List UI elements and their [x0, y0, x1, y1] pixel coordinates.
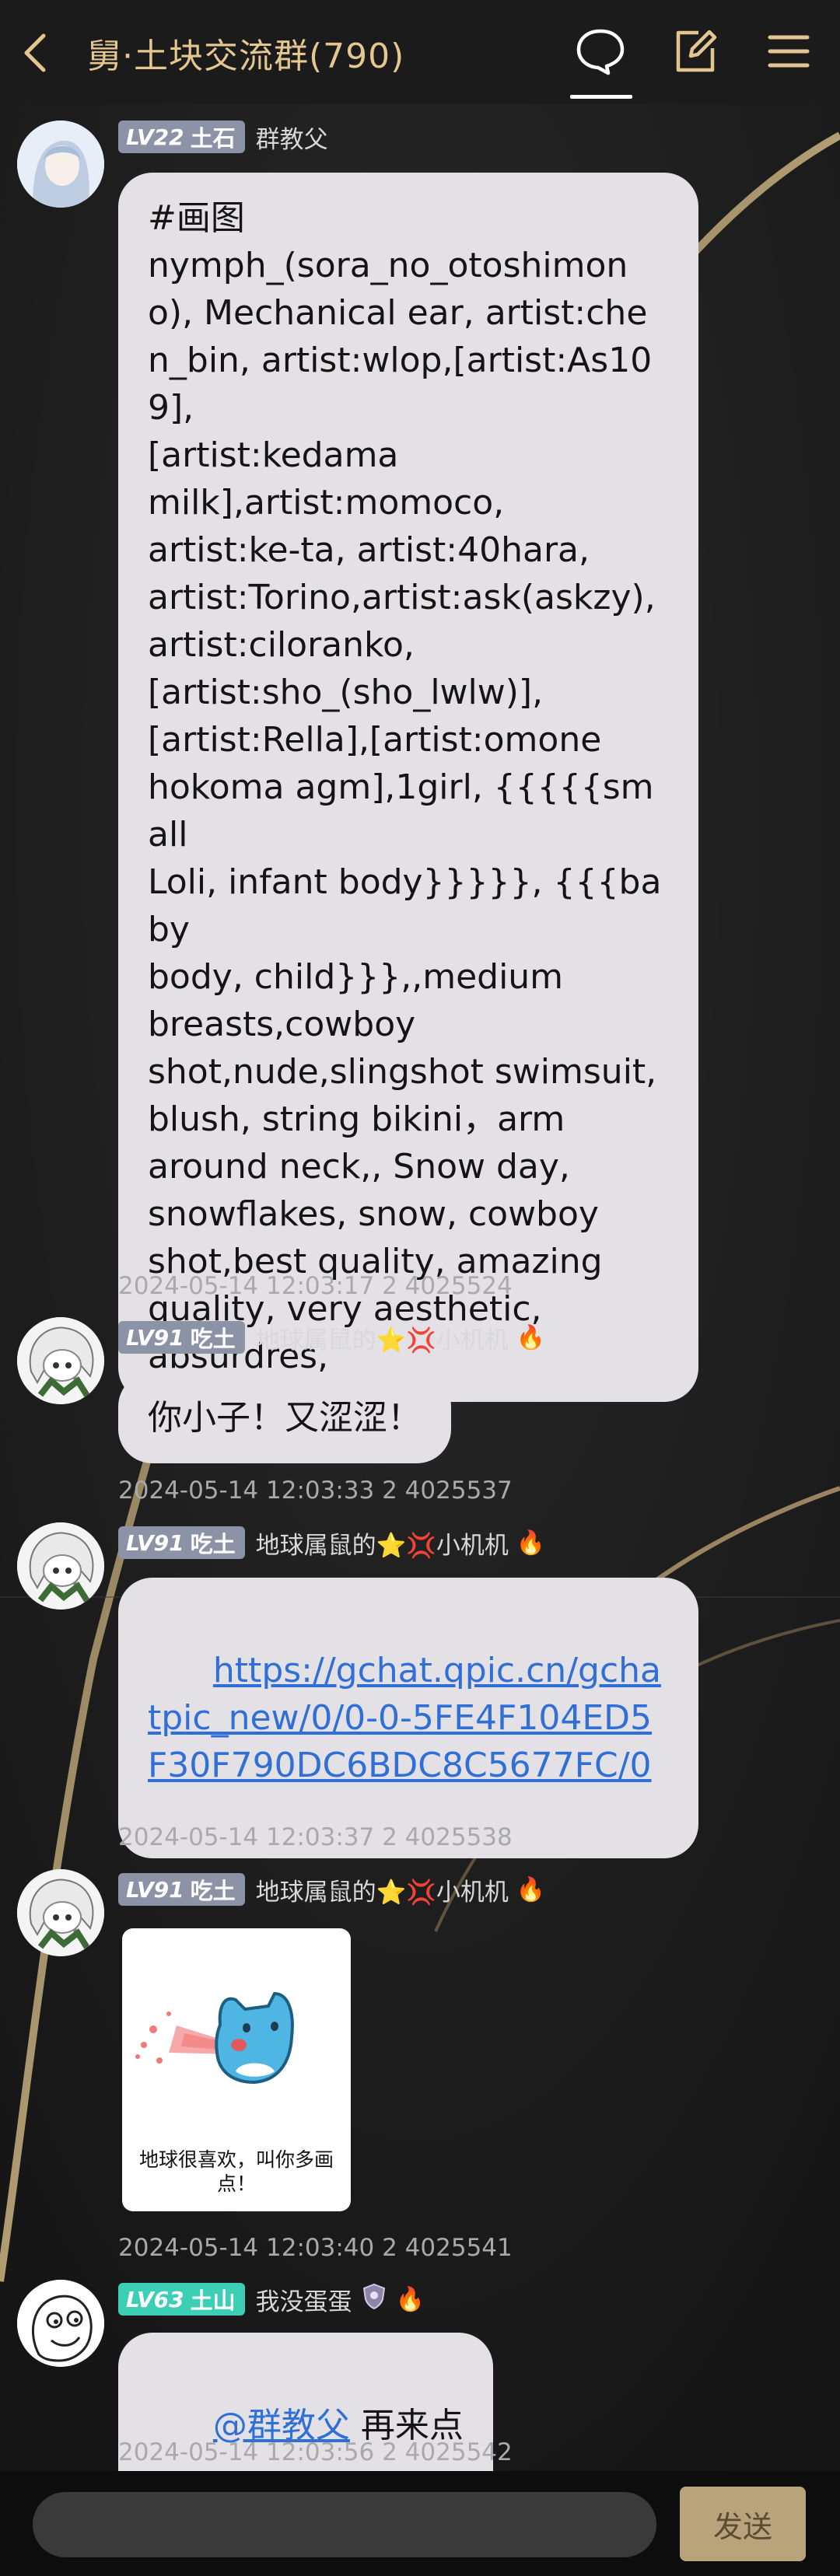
sender-nickname[interactable]: 地球属鼠的⭐💢小机机 🔥 [256, 1320, 546, 1355]
chat-tab-button[interactable] [572, 23, 628, 79]
active-tab-indicator [570, 95, 632, 99]
avatar[interactable] [17, 1869, 104, 1956]
back-button[interactable] [17, 30, 56, 76]
sender-meta: LV91 吃土 地球属鼠的⭐💢小机机 🔥 [118, 1872, 545, 1907]
sender-nickname[interactable]: 地球属鼠的⭐💢小机机 🔥 [256, 1526, 546, 1561]
avatar[interactable] [17, 1317, 104, 1404]
message-timestamp: 2024-05-14 12:03:40 2 4025541 [118, 2234, 513, 2262]
sender-meta: LV91 吃土 地球属鼠的⭐💢小机机 🔥 [118, 1320, 545, 1354]
message-bubble[interactable]: #画图 nymph_(sora_no_otoshimono), Mechanic… [118, 173, 698, 1402]
menu-button[interactable] [761, 23, 817, 79]
message-timestamp: 2024-05-14 12:03:56 2 4025542 [118, 2438, 513, 2466]
avatar-chibi-character-image [17, 1522, 104, 1610]
sender-nickname[interactable]: 地球属鼠的⭐💢小机机 🔥 [256, 1872, 546, 1907]
message-timestamp: 2024-05-14 12:03:37 2 4025538 [118, 1823, 513, 1851]
sticker-image[interactable]: 地球很喜欢，叫你多画点！ [122, 1928, 351, 2211]
avatar-meme-face-image [17, 2280, 104, 2367]
chat-header: 舅·土块交流群(790) [0, 0, 840, 104]
image-link[interactable]: https://gchat.qpic.cn/gchatpic_new/0/0-0… [148, 1651, 661, 1785]
level-badge: LV91 吃土 [118, 1321, 245, 1354]
sender-meta: LV63 土山 我没蛋蛋 🔥 [118, 2282, 425, 2316]
edit-button[interactable] [667, 23, 723, 79]
blue-cat-sticker-art [135, 1991, 294, 2085]
fire-icon: 🔥 [516, 1875, 546, 1903]
avatar-chibi-character-image [17, 1869, 104, 1956]
avatar-anime-girl-image [17, 121, 104, 208]
sender-nickname[interactable]: 我没蛋蛋 🔥 [256, 2282, 425, 2317]
message-input-bar: 发送 [0, 2471, 840, 2576]
message-bubble: https://gchat.qpic.cn/gchatpic_new/0/0-0… [118, 1578, 698, 1858]
fire-icon: 🔥 [516, 1323, 546, 1351]
shield-badge-icon [360, 2282, 388, 2316]
send-button[interactable]: 发送 [680, 2487, 806, 2561]
fire-icon: 🔥 [516, 1529, 546, 1557]
sticker-caption: 地球很喜欢，叫你多画点！ [138, 2148, 334, 2195]
message-input[interactable] [33, 2492, 656, 2557]
edit-square-icon [676, 30, 717, 72]
message-timestamp: 2024-05-14 12:03:33 2 4025537 [118, 1477, 513, 1505]
level-badge: LV63 土山 [118, 2283, 245, 2316]
chat-bubble-icon [576, 29, 625, 75]
level-badge: LV91 吃土 [118, 1873, 245, 1906]
sender-meta: LV91 吃土 地球属鼠的⭐💢小机机 🔥 [118, 1526, 545, 1560]
avatar-chibi-character-image [17, 1317, 104, 1404]
group-title[interactable]: 舅·土块交流群(790) [87, 28, 404, 78]
avatar[interactable] [17, 1522, 104, 1610]
avatar[interactable] [17, 121, 104, 208]
chevron-left-icon [24, 33, 46, 72]
level-badge: LV91 吃土 [118, 1526, 245, 1559]
level-badge: LV22 土石 [118, 121, 245, 153]
message-timestamp: 2024-05-14 12:03:17 2 4025524 [118, 1272, 513, 1300]
chat-screen: 舅·土块交流群(790) LV22 土石 群教父 #画图 nymph_(sora… [0, 0, 840, 2576]
sender-nickname[interactable]: 群教父 [256, 120, 328, 155]
sender-meta: LV22 土石 群教父 [118, 120, 328, 154]
fire-icon: 🔥 [395, 2285, 425, 2313]
message-bubble[interactable]: 你小子！又涩涩！ [118, 1372, 451, 1463]
hamburger-menu-icon [768, 35, 810, 68]
avatar[interactable] [17, 2280, 104, 2367]
